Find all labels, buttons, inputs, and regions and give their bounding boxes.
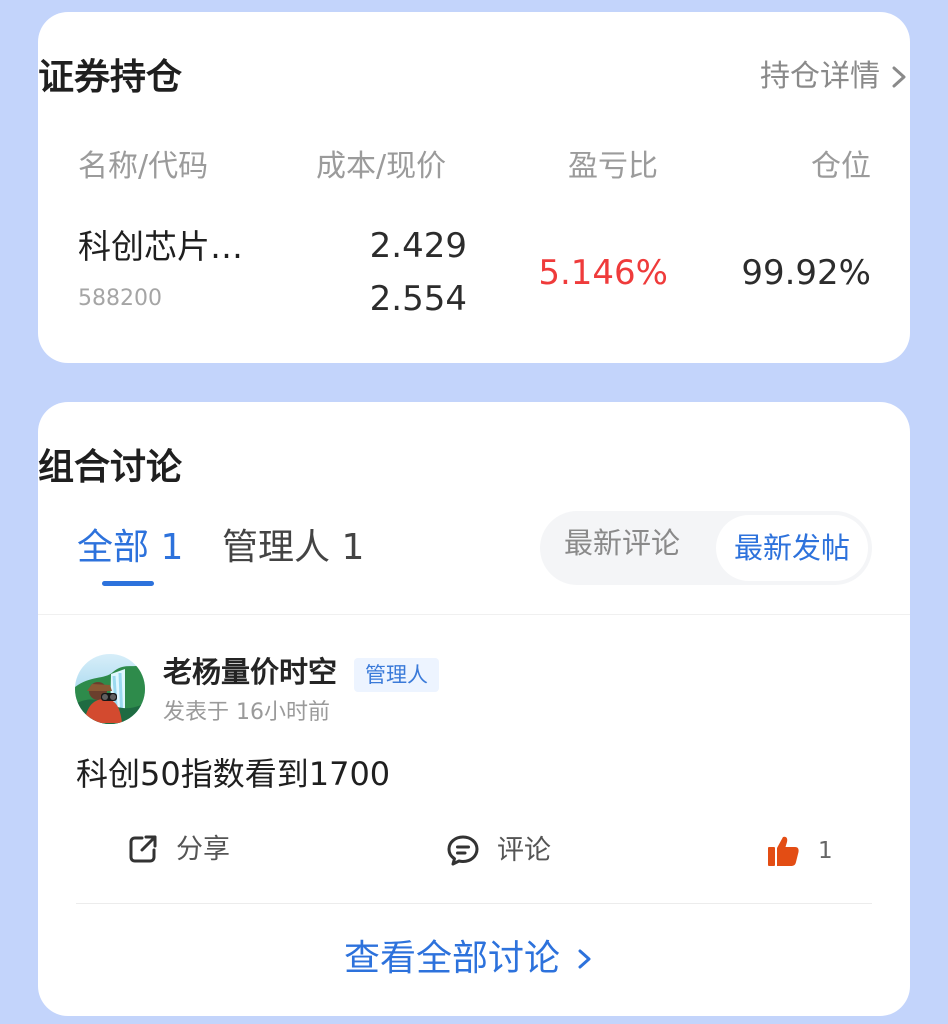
view-all-discussions-label: 查看全部讨论 — [344, 938, 561, 979]
chevron-right-icon — [578, 949, 591, 969]
cost-price-column-header: 成本/现价 — [316, 149, 447, 184]
stock-name: 科创芯片… — [78, 227, 243, 266]
active-tab-indicator — [102, 581, 154, 586]
cost-price: 2.429 — [369, 226, 467, 266]
post-actions-divider — [76, 903, 872, 904]
stock-code: 588200 — [78, 286, 162, 311]
like-count: 1 — [818, 837, 833, 864]
author-avatar[interactable] — [75, 654, 145, 724]
sort-latest-post[interactable]: 最新发帖 — [716, 515, 868, 581]
holdings-title: 证券持仓 — [38, 57, 183, 98]
posted-time: 发表于 16小时前 — [163, 700, 330, 725]
discussion-divider — [38, 614, 910, 615]
author-name[interactable]: 老杨量价时空 — [163, 658, 337, 687]
tab-manager[interactable]: 管理人 1 — [222, 530, 364, 566]
discussion-title: 组合讨论 — [38, 447, 183, 488]
comment-label: 评论 — [497, 834, 551, 866]
position-column-header: 仓位 — [811, 149, 871, 184]
view-all-discussions-link[interactable]: 查看全部讨论 — [344, 941, 594, 977]
thumbs-up-icon — [768, 836, 799, 866]
holdings-detail-link[interactable]: 持仓详情 — [760, 62, 910, 92]
share-label: 分享 — [176, 833, 230, 865]
position-value: 99.92% — [741, 253, 871, 293]
chevron-right-icon — [892, 66, 906, 88]
share-icon — [129, 835, 157, 863]
comment-button[interactable]: 评论 — [445, 832, 551, 868]
tab-all[interactable]: 全部 1 — [77, 530, 183, 566]
post-content[interactable]: 科创50指数看到1700 — [76, 758, 390, 790]
comment-icon — [447, 835, 479, 866]
holdings-detail-label: 持仓详情 — [760, 59, 880, 94]
current-price: 2.554 — [369, 279, 467, 319]
profit-ratio-value: 5.146% — [538, 253, 668, 293]
name-code-column-header: 名称/代码 — [78, 149, 209, 184]
manager-badge: 管理人 — [354, 658, 439, 692]
like-button[interactable]: 1 — [764, 832, 833, 870]
profit-ratio-column-header: 盈亏比 — [568, 149, 658, 184]
share-button[interactable]: 分享 — [126, 832, 230, 866]
sort-segmented-control: 最新评论 最新发帖 — [540, 511, 872, 585]
sort-latest-comment[interactable]: 最新评论 — [564, 529, 680, 558]
